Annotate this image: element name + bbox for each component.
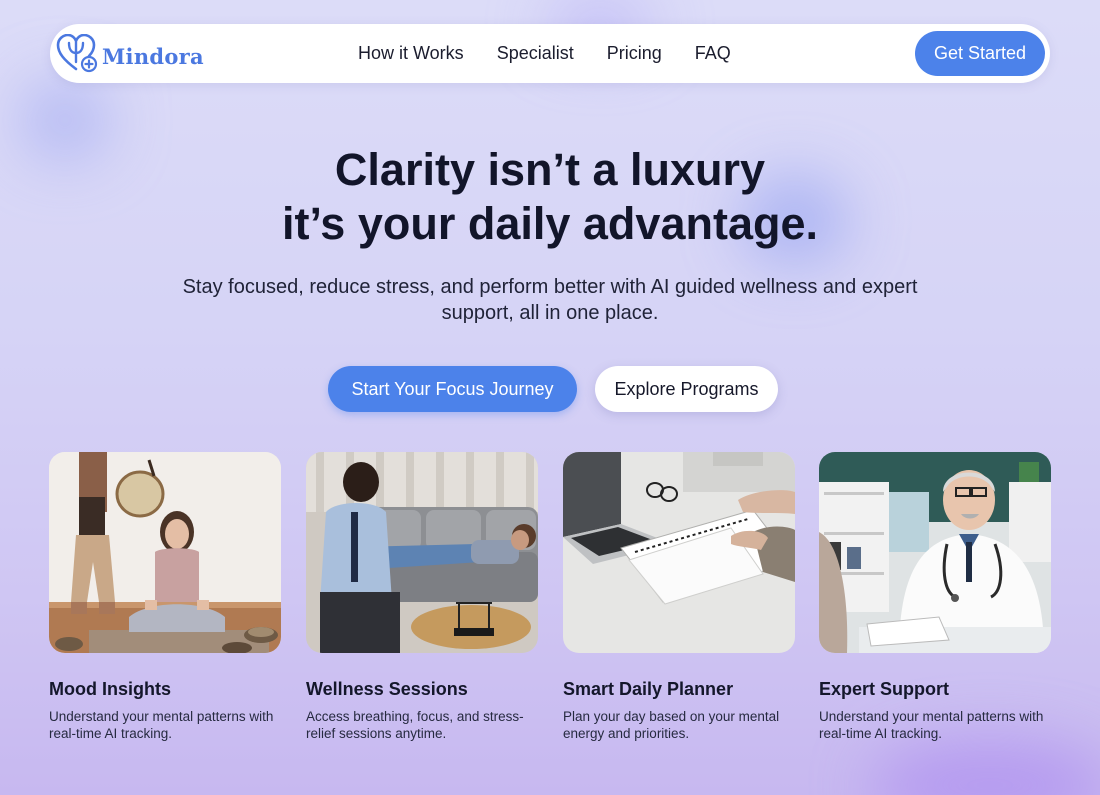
feature-card-smart-daily-planner[interactable]: Smart Daily Planner Plan your day based … [563,452,795,742]
explore-programs-button[interactable]: Explore Programs [595,366,778,412]
nav-link-pricing[interactable]: Pricing [607,43,662,64]
therapy-session-photo [306,452,538,653]
start-focus-journey-button[interactable]: Start Your Focus Journey [328,366,577,412]
card-title: Smart Daily Planner [563,679,734,699]
hero-title-line-1: Clarity isn’t a luxury [334,144,766,195]
main-nav: How it Works Specialist Pricing FAQ [358,43,764,64]
card-title: Wellness Sessions [306,679,468,699]
brand-logo[interactable]: Mindora [56,33,204,79]
get-started-button[interactable]: Get Started [915,31,1045,76]
heart-psi-plus-icon [56,33,98,79]
nav-link-specialist[interactable]: Specialist [497,43,574,64]
feature-card-wellness-sessions[interactable]: Wellness Sessions Access breathing, focu… [306,452,538,742]
nav-link-how-it-works[interactable]: How it Works [358,43,464,64]
meditation-photo [49,452,281,653]
background-glow [870,740,1100,795]
hero-title-line-2: it’s your daily advantage. [281,198,818,249]
laptop-planner-photo [563,452,795,653]
top-navbar: Mindora How it Works Specialist Pricing … [50,24,1050,83]
hero-subtitle: Stay focused, reduce stress, and perform… [182,276,918,324]
feature-card-expert-support[interactable]: Expert Support Understand your mental pa… [819,452,1051,742]
doctor-consultation-photo [819,452,1051,653]
card-title: Expert Support [819,679,950,699]
brand-name: Mindora [102,44,204,69]
nav-link-faq[interactable]: FAQ [695,43,731,64]
card-description: Plan your day based on your mental energ… [563,709,780,741]
feature-card-mood-insights[interactable]: Mood Insights Understand your mental pat… [49,452,281,742]
card-title: Mood Insights [49,679,171,699]
card-description: Access breathing, focus, and stress-reli… [306,709,524,741]
hero-title: Clarity isn’t a luxury it’s your daily a… [0,143,1100,251]
card-description: Understand your mental patterns with rea… [49,709,274,741]
card-description: Understand your mental patterns with rea… [819,709,1044,741]
